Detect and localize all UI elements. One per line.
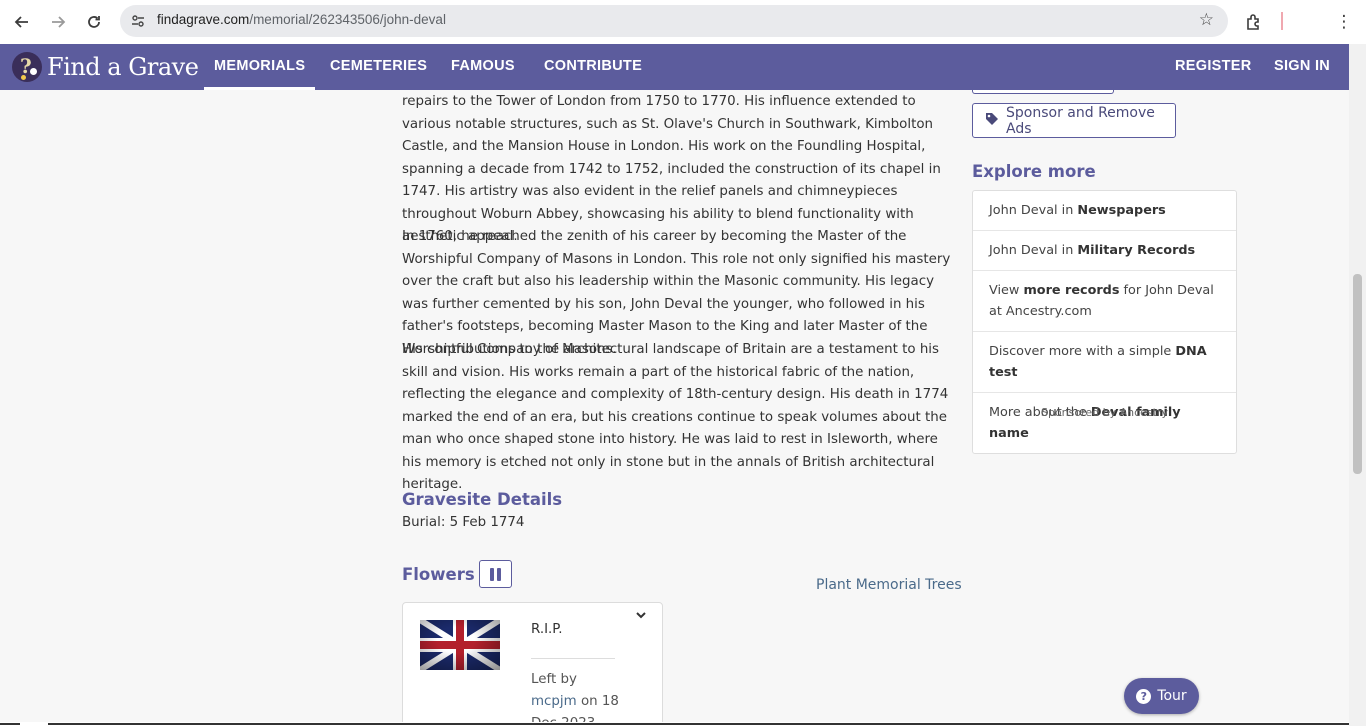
flower-image[interactable] bbox=[420, 620, 500, 670]
nav-memorials[interactable]: MEMORIALS bbox=[204, 44, 316, 90]
star-icon[interactable]: ☆ bbox=[1199, 10, 1214, 30]
pause-icon bbox=[490, 567, 494, 581]
page-content: repairs to the Tower of London from 1750… bbox=[0, 90, 1349, 726]
site-info-icon[interactable] bbox=[128, 11, 148, 31]
sponsor-button-label: Sponsor and Remove Ads bbox=[1006, 104, 1155, 137]
tour-button[interactable]: ? Tour bbox=[1124, 678, 1199, 714]
bottom-edge bbox=[0, 722, 1349, 726]
nav-cemeteries[interactable]: CEMETERIES bbox=[330, 44, 427, 90]
explore-more-records-link[interactable]: View more records for John Deval at Ance… bbox=[973, 271, 1236, 332]
menu-icon[interactable]: ⋮ bbox=[1332, 10, 1356, 34]
burial-date: Burial: 5 Feb 1774 bbox=[402, 515, 525, 530]
sponsor-remove-ads-button[interactable]: Sponsor and Remove Ads bbox=[972, 103, 1176, 138]
address-bar[interactable]: findagrave.com/memorial/262343506/john-d… bbox=[120, 5, 1228, 37]
chevron-down-icon[interactable] bbox=[635, 607, 647, 625]
bio-paragraph: His contributions to the architectural l… bbox=[402, 342, 949, 492]
pause-icon-bar bbox=[497, 567, 501, 581]
register-link[interactable]: REGISTER bbox=[1175, 44, 1252, 90]
url-text[interactable]: findagrave.com/memorial/262343506/john-d… bbox=[157, 12, 446, 27]
logo-icon bbox=[12, 52, 42, 82]
forward-arrow-icon[interactable] bbox=[46, 10, 70, 34]
plant-memorial-trees-link[interactable]: Plant Memorial Trees bbox=[816, 577, 962, 593]
explore-family-name-link[interactable]: More about the Deval family name bbox=[973, 393, 1236, 453]
flower-message: R.I.P. bbox=[531, 622, 563, 637]
profile-indicator bbox=[1281, 12, 1283, 30]
explore-military-records-link[interactable]: John Deval in Military Records bbox=[973, 231, 1236, 271]
reload-icon[interactable] bbox=[82, 10, 106, 34]
logo[interactable]: Find a Grave bbox=[12, 51, 199, 83]
sponsored-by-text: Sponsored by Ancestry bbox=[1040, 406, 1169, 419]
flower-user-link[interactable]: mcpjm bbox=[531, 694, 577, 709]
logo-text: Find a Grave bbox=[47, 53, 199, 81]
flower-card: R.I.P. Left by mcpjm on 18 Dec 2023 bbox=[402, 602, 663, 726]
tour-label: Tour bbox=[1157, 688, 1187, 704]
flower-left-by: Left by mcpjm on 18 Dec 2023 bbox=[531, 669, 641, 726]
scrollbar[interactable] bbox=[1349, 44, 1366, 726]
explore-dna-test-link[interactable]: Discover more with a simple DNA test bbox=[973, 332, 1236, 393]
left-on-label: on 18 bbox=[580, 694, 619, 709]
sign-in-link[interactable]: SIGN IN bbox=[1274, 44, 1330, 90]
nav-contribute[interactable]: CONTRIBUTE bbox=[544, 44, 642, 90]
explore-newspapers-link[interactable]: John Deval in Newspapers bbox=[973, 191, 1236, 231]
extensions-icon[interactable] bbox=[1242, 10, 1266, 34]
pause-button[interactable] bbox=[479, 560, 512, 588]
browser-toolbar: findagrave.com/memorial/262343506/john-d… bbox=[0, 0, 1366, 44]
explore-more-heading: Explore more bbox=[972, 162, 1096, 181]
gravesite-heading: Gravesite Details bbox=[402, 490, 563, 509]
site-nav: Find a Grave MEMORIALS CEMETERIES FAMOUS… bbox=[0, 44, 1349, 90]
share-button-partial[interactable] bbox=[972, 90, 1114, 94]
question-icon: ? bbox=[1136, 688, 1152, 704]
divider bbox=[531, 658, 615, 659]
tag-icon bbox=[985, 112, 999, 130]
left-by-label: Left by bbox=[531, 672, 577, 687]
back-arrow-icon[interactable] bbox=[10, 10, 34, 34]
scrollbar-thumb[interactable] bbox=[1353, 274, 1362, 474]
flowers-heading: Flowers bbox=[402, 565, 475, 584]
nav-famous[interactable]: FAMOUS bbox=[451, 44, 515, 90]
bio-paragraph: repairs to the Tower of London from 1750… bbox=[402, 94, 941, 244]
